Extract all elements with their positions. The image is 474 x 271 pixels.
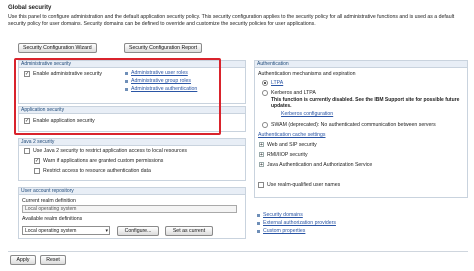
kerberos-ltpa-label: Kerberos and LTPA (271, 90, 316, 96)
realm-qualified-checkbox[interactable] (258, 182, 264, 188)
warn-custom-permissions-checkbox[interactable]: ✓ (34, 158, 40, 164)
kerberos-warning-note: This function is currently disabled. See… (271, 97, 460, 109)
restrict-auth-data-label: Restrict access to resource authenticati… (43, 168, 151, 174)
current-realm-label: Current realm definition (22, 198, 76, 204)
realm-select[interactable]: Local operating system ▾ (22, 226, 110, 235)
security-domains-link[interactable]: Security domains (263, 212, 303, 218)
footer-divider (8, 251, 468, 252)
authentication-title: Authentication (255, 61, 467, 68)
current-realm-field: Local operating system (22, 205, 237, 213)
available-realm-label: Available realm definitions (22, 216, 83, 222)
swam-radio[interactable] (262, 122, 268, 128)
external-authz-providers-link[interactable]: External authorization providers (263, 220, 336, 226)
set-as-current-button[interactable]: Set as current (165, 226, 213, 236)
authentication-panel: Authentication (254, 60, 468, 198)
ltpa-link[interactable]: LTPA (271, 80, 283, 86)
expand-icon[interactable]: + (259, 152, 264, 158)
user-repository-title: User account repository (19, 188, 245, 195)
chevron-down-icon: ▾ (105, 228, 108, 234)
auth-cache-settings-link[interactable]: Authentication cache settings (258, 132, 325, 138)
use-java2-security-checkbox[interactable] (24, 148, 30, 154)
bullet-icon (257, 222, 260, 225)
page-description: Use this panel to configure administrati… (8, 14, 455, 27)
expand-icon[interactable]: + (259, 142, 264, 148)
security-config-report-button[interactable]: Security Configuration Report (124, 43, 203, 53)
swam-label: SWAM (deprecated): No authenticated comm… (271, 122, 436, 128)
expand-icon[interactable]: + (259, 162, 264, 168)
configure-button[interactable]: Configure... (117, 226, 159, 236)
rmi-iiop-security-label[interactable]: RMI/IIOP security (267, 152, 308, 158)
bullet-icon (257, 214, 260, 217)
highlight-box (14, 58, 221, 135)
security-config-wizard-button[interactable]: Security Configuration Wizard (18, 43, 97, 53)
bullet-icon (257, 230, 260, 233)
custom-properties-link[interactable]: Custom properties (263, 228, 305, 234)
ltpa-radio[interactable] (262, 80, 268, 86)
java2-security-title: Java 2 security (19, 139, 245, 146)
realm-qualified-label: Use realm-qualified user names (267, 182, 341, 188)
jaas-label[interactable]: Java Authentication and Authorization Se… (267, 162, 372, 168)
warn-custom-permissions-label: Warn if applications are granted custom … (43, 158, 164, 164)
restrict-auth-data-checkbox[interactable] (34, 168, 40, 174)
apply-button[interactable]: Apply (10, 255, 36, 265)
web-sip-security-label[interactable]: Web and SIP security (267, 142, 317, 148)
realm-select-value: Local operating system (25, 228, 77, 234)
page-title: Global security (8, 5, 52, 11)
reset-button[interactable]: Reset (40, 255, 66, 265)
kerberos-config-link[interactable]: Kerberos configuration (281, 111, 333, 117)
use-java2-security-label: Use Java 2 security to restrict applicat… (33, 148, 187, 154)
auth-mechanisms-label: Authentication mechanisms and expiration (258, 71, 356, 77)
kerberos-ltpa-radio[interactable] (262, 90, 268, 96)
